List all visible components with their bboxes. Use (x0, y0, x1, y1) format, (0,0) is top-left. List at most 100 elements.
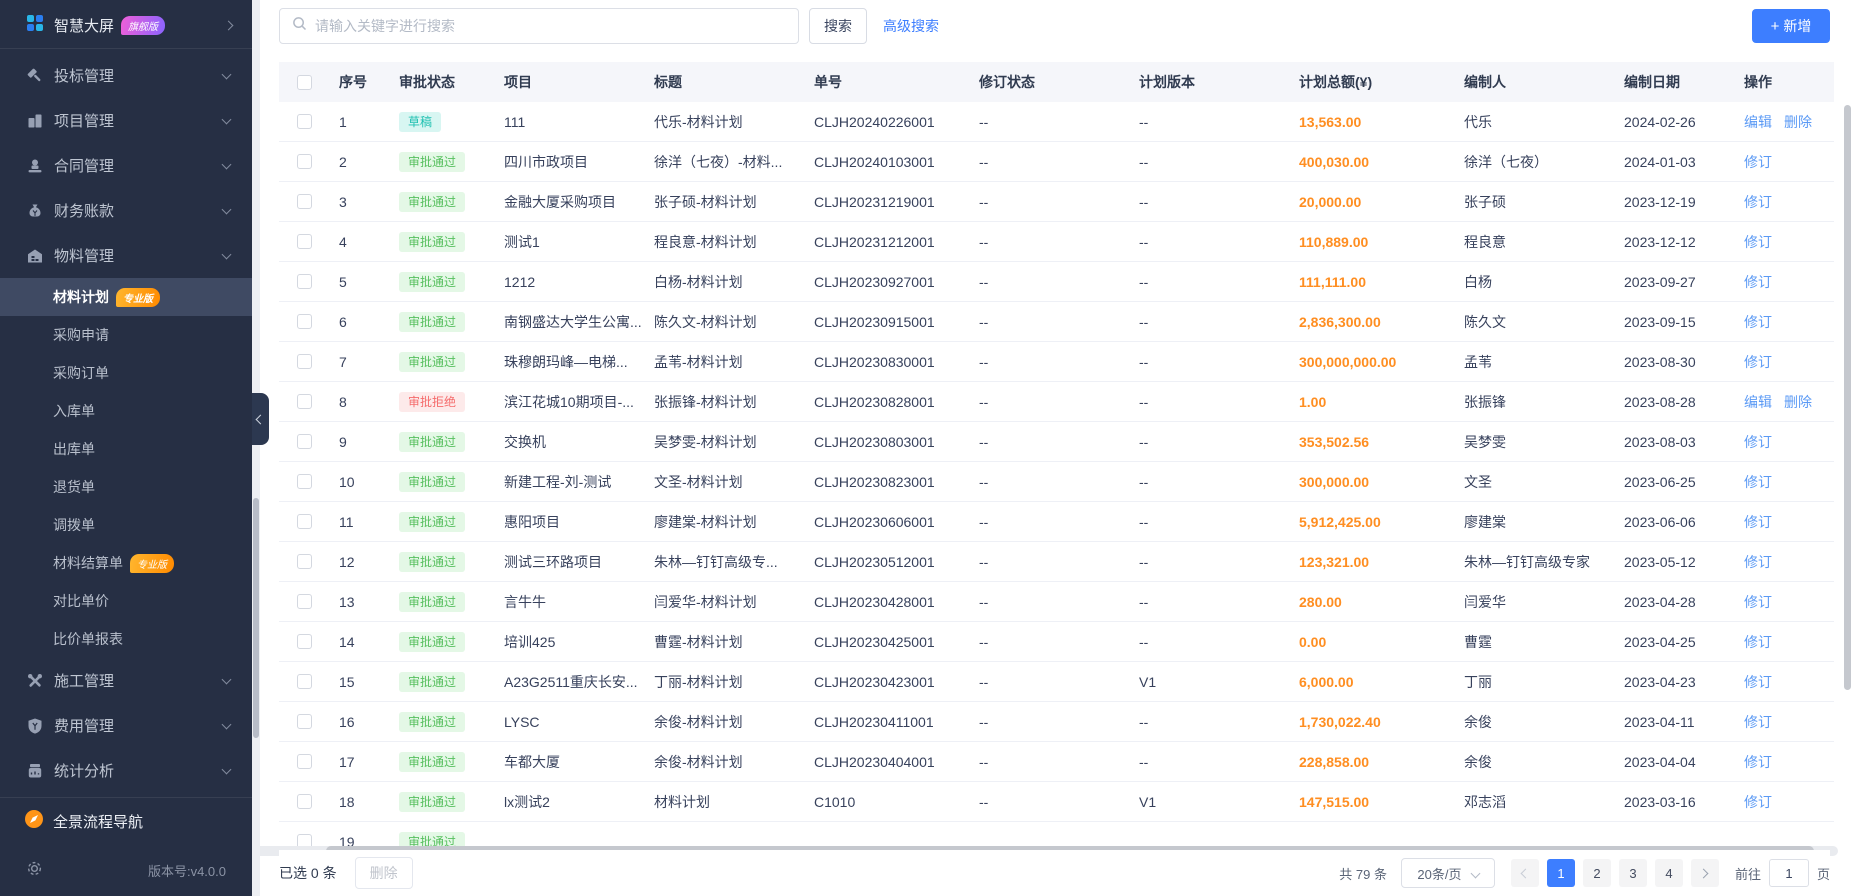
action-link-修订[interactable]: 修订 (1744, 154, 1772, 170)
page-button-1[interactable]: 1 (1546, 859, 1575, 887)
row-status-cell: 审批通过 (389, 711, 494, 732)
sidebar-item-smart-screen[interactable]: 智慧大屏 旗舰版 (0, 2, 252, 48)
row-author: 朱林—钉钉高级专家 (1464, 553, 1590, 570)
page-button-4[interactable]: 4 (1654, 859, 1683, 887)
action-link-编辑[interactable]: 编辑 (1744, 394, 1772, 410)
action-link-修订[interactable]: 修订 (1744, 794, 1772, 810)
action-link-修订[interactable]: 修订 (1744, 314, 1772, 330)
row-version: -- (1139, 713, 1149, 730)
action-link-修订[interactable]: 修订 (1744, 354, 1772, 370)
row-checkbox[interactable] (296, 194, 312, 209)
action-link-修订[interactable]: 修订 (1744, 714, 1772, 730)
sidebar-item-费用管理[interactable]: 费用管理 (0, 703, 252, 748)
sidebar-item-投标管理[interactable]: 投标管理 (0, 53, 252, 98)
sidebar-subitem-出库单[interactable]: 出库单 (0, 430, 252, 468)
delete-button[interactable]: 删除 (354, 857, 413, 889)
row-checkbox[interactable] (296, 114, 312, 129)
row-amount: 300,000.00 (1299, 473, 1370, 490)
sidebar-item-统计分析[interactable]: 统计分析 (0, 748, 252, 793)
sidebar-item-项目管理[interactable]: 项目管理 (0, 98, 252, 143)
page-button-2[interactable]: 2 (1582, 859, 1611, 887)
sidebar-item-施工管理[interactable]: 施工管理 (0, 658, 252, 703)
row-author: 徐洋（七夜） (1464, 153, 1548, 170)
gear-icon[interactable] (26, 860, 43, 880)
row-checkbox[interactable] (296, 594, 312, 609)
row-checkbox[interactable] (296, 354, 312, 369)
prev-page-button[interactable] (1510, 859, 1539, 887)
sidebar-collapse-toggle[interactable] (252, 393, 269, 445)
action-link-编辑[interactable]: 编辑 (1744, 114, 1772, 130)
page-size-select[interactable]: 20条/页 (1400, 858, 1495, 888)
row-checkbox[interactable] (296, 274, 312, 289)
action-link-修订[interactable]: 修订 (1744, 474, 1772, 490)
action-link-修订[interactable]: 修订 (1744, 594, 1772, 610)
row-amount: 2,836,300.00 (1299, 313, 1381, 330)
row-checkbox[interactable] (296, 794, 312, 809)
row-checkbox[interactable] (296, 434, 312, 449)
sidebar-item-合同管理[interactable]: 合同管理 (0, 143, 252, 188)
action-link-修订[interactable]: 修订 (1744, 274, 1772, 290)
row-checkbox[interactable] (296, 754, 312, 769)
action-link-修订[interactable]: 修订 (1744, 554, 1772, 570)
row-checkbox[interactable] (296, 674, 312, 689)
sidebar-subitem-入库单[interactable]: 入库单 (0, 392, 252, 430)
select-all-checkbox[interactable] (296, 74, 312, 90)
sidebar-item-label: 施工管理 (54, 673, 115, 690)
sidebar-subitem-采购申请[interactable]: 采购申请 (0, 316, 252, 354)
action-link-删除[interactable]: 删除 (1784, 394, 1812, 410)
action-link-修订[interactable]: 修订 (1744, 514, 1772, 530)
row-date: 2023-06-06 (1624, 513, 1696, 530)
next-page-button[interactable] (1690, 859, 1719, 887)
sidebar-subitem-退货单[interactable]: 退货单 (0, 468, 252, 506)
advanced-search-link[interactable]: 高级搜索 (883, 16, 939, 36)
vertical-scrollbar-thumb[interactable] (1844, 105, 1851, 690)
row-checkbox[interactable] (296, 394, 312, 409)
row-status-cell: 审批通过 (389, 431, 494, 452)
goto-page-input[interactable] (1768, 859, 1809, 887)
row-checkbox[interactable] (296, 234, 312, 249)
row-checkbox[interactable] (296, 714, 312, 729)
action-link-修订[interactable]: 修订 (1744, 754, 1772, 770)
sidebar-subitem-对比单价[interactable]: 对比单价 (0, 582, 252, 620)
action-link-修订[interactable]: 修订 (1744, 194, 1772, 210)
sidebar-subitem-调拨单[interactable]: 调拨单 (0, 506, 252, 544)
row-amount: 123,321.00 (1299, 553, 1370, 570)
sidebar-subitem-比价单报表[interactable]: 比价单报表 (0, 620, 252, 658)
sidebar-scrollbar[interactable] (252, 0, 260, 896)
action-link-修订[interactable]: 修订 (1744, 434, 1772, 450)
column-header-7: 计划版本 (1139, 74, 1195, 90)
sidebar-subitem-采购订单[interactable]: 采购订单 (0, 354, 252, 392)
row-checkbox[interactable] (296, 514, 312, 529)
add-button[interactable]: + 新增 (1752, 9, 1830, 43)
row-checkbox[interactable] (296, 154, 312, 169)
sidebar-item-财务账款[interactable]: 财务账款 (0, 188, 252, 233)
row-checkbox[interactable] (296, 634, 312, 649)
stamp-icon (26, 157, 44, 175)
row-checkbox[interactable] (296, 474, 312, 489)
action-link-修订[interactable]: 修订 (1744, 674, 1772, 690)
sidebar-item-label: 费用管理 (54, 718, 115, 735)
row-checkbox[interactable] (296, 314, 312, 329)
status-badge: 审批拒绝 (399, 391, 466, 412)
sidebar-item-物料管理[interactable]: 物料管理 (0, 233, 252, 278)
sidebar-scrollbar-thumb[interactable] (253, 498, 259, 738)
row-amount: 5,912,425.00 (1299, 513, 1381, 530)
sidebar-subitem-材料结算单[interactable]: 材料结算单 专业版 (0, 544, 252, 582)
row-author: 陈久文 (1464, 313, 1506, 330)
sidebar-item-panorama-nav[interactable]: 全景流程导航 (0, 798, 252, 844)
search-button[interactable]: 搜索 (809, 8, 867, 44)
sidebar-subitem-label: 调拨单 (53, 517, 95, 533)
row-project: A23G2511重庆长安... (504, 673, 638, 690)
row-author: 代乐 (1464, 113, 1492, 130)
page-button-3[interactable]: 3 (1618, 859, 1647, 887)
row-status-cell: 草稿 (389, 111, 494, 132)
action-link-删除[interactable]: 删除 (1784, 114, 1812, 130)
row-version: V1 (1139, 673, 1157, 690)
row-actions: 修订 (1734, 672, 1834, 692)
search-input[interactable] (315, 18, 786, 34)
row-checkbox[interactable] (296, 554, 312, 569)
sidebar-subitem-材料计划[interactable]: 材料计划 专业版 (0, 278, 252, 316)
row-checkbox[interactable] (296, 834, 312, 846)
action-link-修订[interactable]: 修订 (1744, 234, 1772, 250)
action-link-修订[interactable]: 修订 (1744, 634, 1772, 650)
